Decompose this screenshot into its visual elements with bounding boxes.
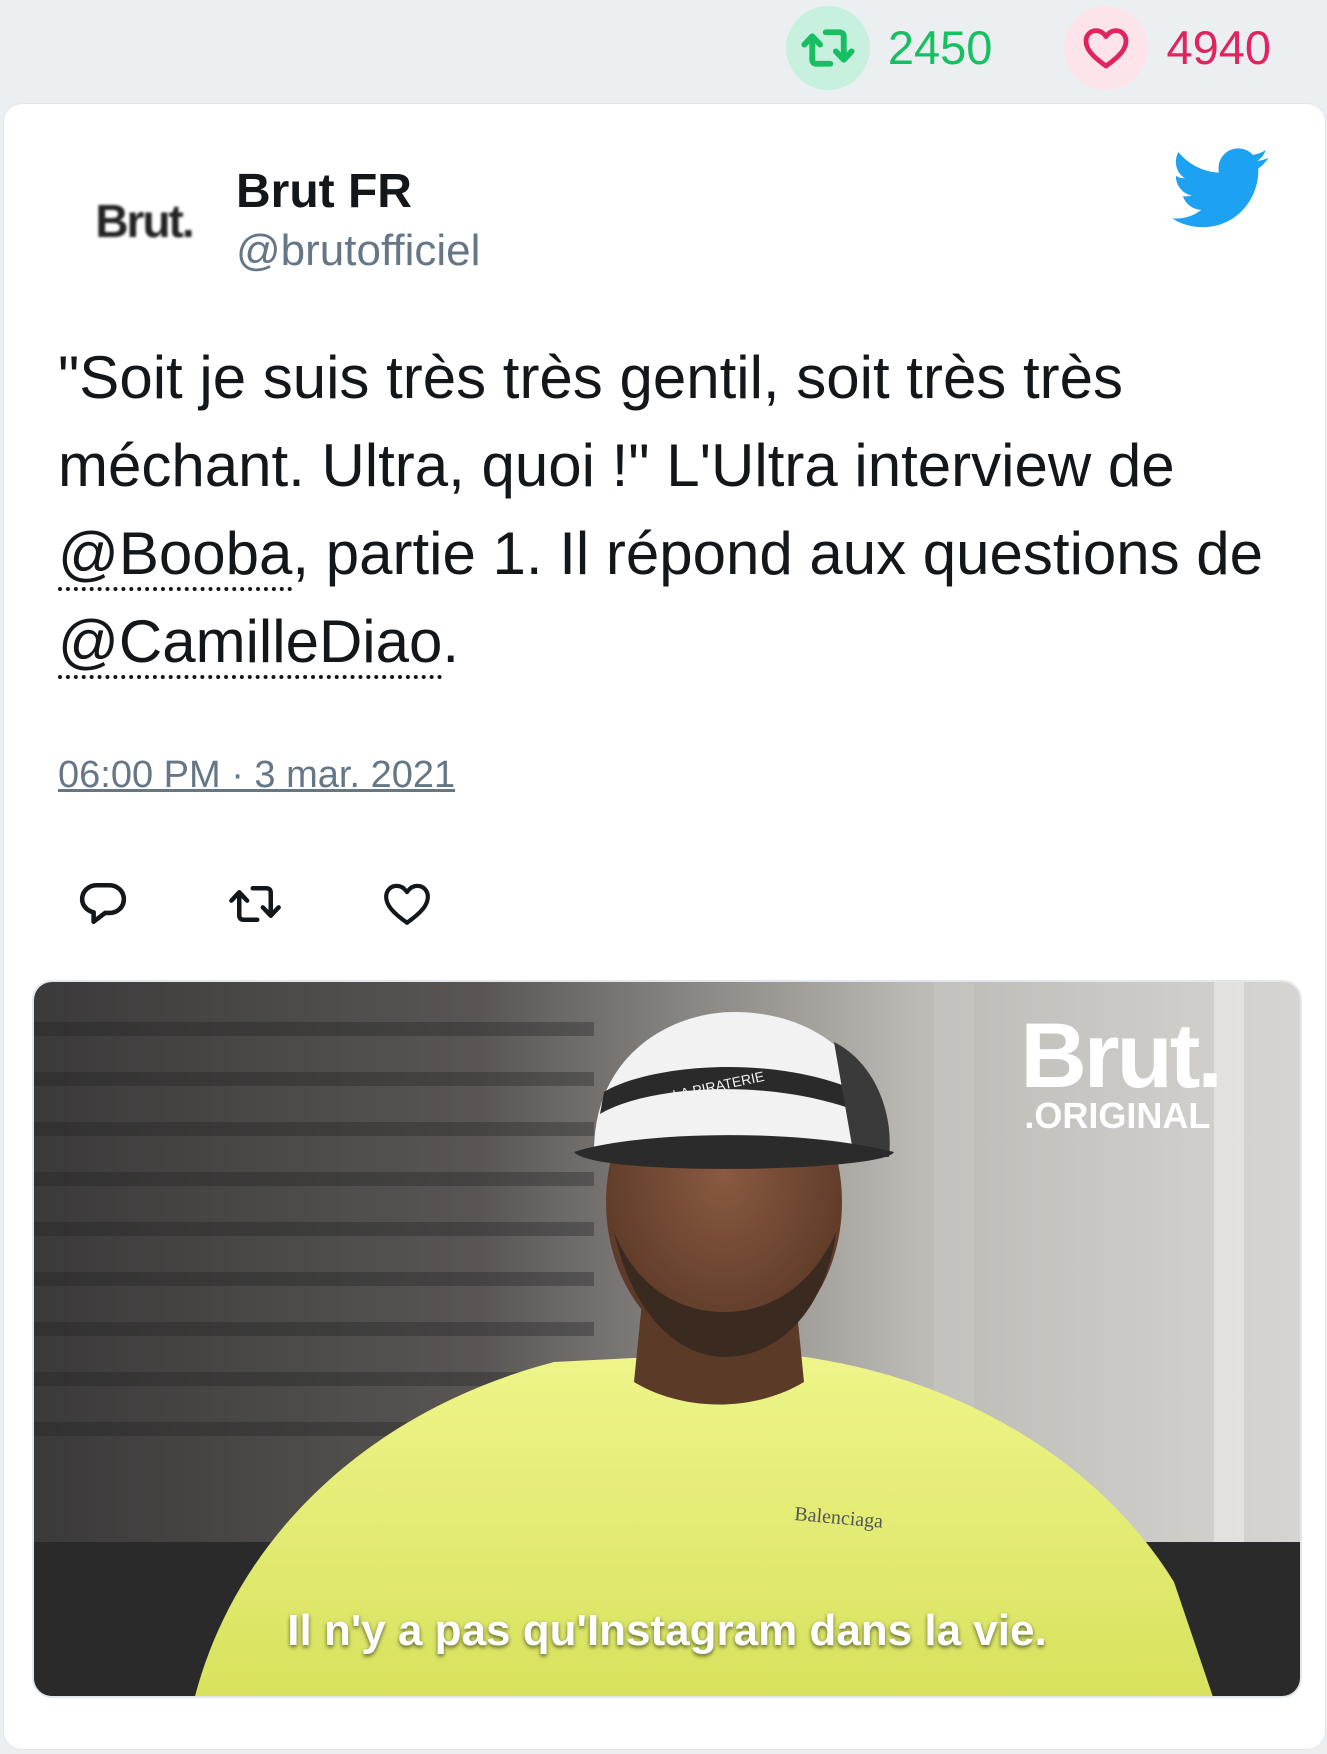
tweet-text-part: , partie 1. Il répond aux questions de xyxy=(292,520,1264,587)
tweet-card: Brut. Brut FR @brutofficiel "Soit je sui… xyxy=(4,104,1325,1749)
brut-original-logo: Brut. .ORIGINAL xyxy=(1020,1005,1223,1136)
heart-icon xyxy=(1064,5,1149,90)
tweet-stats-bar: 2450 4940 xyxy=(785,0,1271,95)
author-name[interactable]: Brut FR xyxy=(236,164,412,219)
page: 2450 4940 Brut. Brut FR @brutofficiel "S… xyxy=(0,0,1327,1754)
brand-word: Brut. xyxy=(1020,1005,1223,1107)
like-count: 4940 xyxy=(1166,21,1271,74)
retweet-icon[interactable] xyxy=(228,877,282,931)
retweet-icon xyxy=(785,5,870,90)
tweet-media-video[interactable]: LA PIRATERIE Balenciaga Brut. .ORIGINAL … xyxy=(32,980,1302,1698)
tweet-text-part: . xyxy=(442,608,460,675)
mention-camillediao[interactable]: @CamilleDiao xyxy=(58,608,443,679)
author-handle[interactable]: @brutofficiel xyxy=(236,226,480,276)
heart-icon[interactable] xyxy=(380,877,434,931)
retweet-stat[interactable]: 2450 xyxy=(785,5,993,90)
tweet-timestamp[interactable]: 06:00 PM · 3 mar. 2021 xyxy=(58,754,455,797)
video-subtitle: Il n'y a pas qu'Instagram dans la vie. xyxy=(287,1606,1047,1655)
mention-booba[interactable]: @Booba xyxy=(58,520,293,591)
retweet-count: 2450 xyxy=(887,21,993,74)
twitter-bird-icon[interactable] xyxy=(1171,148,1271,230)
tweet-header: Brut. Brut FR @brutofficiel xyxy=(4,104,1325,294)
brand-subtitle: .ORIGINAL xyxy=(1024,1095,1211,1136)
tweet-text-part: "Soit je suis très très gentil, soit trè… xyxy=(58,344,1175,499)
tweet-actions xyxy=(76,874,434,934)
tweet-text: "Soit je suis très très gentil, soit trè… xyxy=(58,334,1278,686)
avatar[interactable]: Brut. xyxy=(74,176,214,266)
reply-icon[interactable] xyxy=(76,877,130,931)
like-stat[interactable]: 4940 xyxy=(1064,5,1271,90)
